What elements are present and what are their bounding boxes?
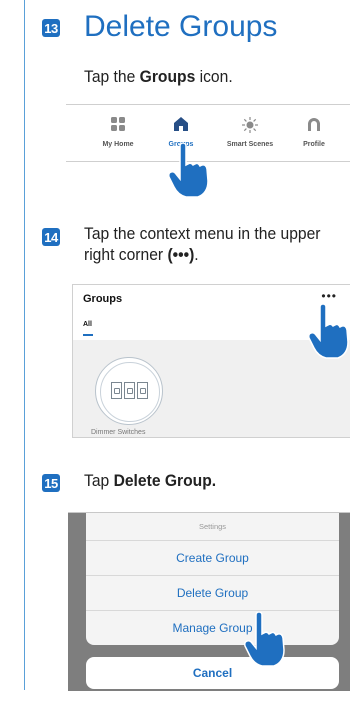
cancel-button[interactable]: Cancel [86, 657, 339, 689]
groups-title: Groups [83, 293, 123, 305]
step-13-instruction: Tap the Groups icon. [84, 67, 233, 86]
dimmer-switch-icon [124, 382, 135, 399]
action-sheet-screenshot: Settings Create Group Delete Group Manag… [68, 512, 350, 691]
sun-icon [242, 117, 258, 138]
step-15-instruction: Tap Delete Group. [84, 471, 217, 490]
group-card[interactable] [95, 357, 163, 425]
action-sheet: Settings Create Group Delete Group Manag… [86, 513, 339, 645]
create-group-option[interactable]: Create Group [86, 541, 339, 576]
nav-my-home[interactable]: My Home [88, 105, 148, 161]
tab-all[interactable]: All [83, 321, 92, 328]
delete-group-option[interactable]: Delete Group [86, 576, 339, 611]
page-title: Delete Groups [84, 10, 278, 43]
step-13-badge: 13 [42, 19, 60, 37]
nav-profile[interactable]: Profile [284, 105, 344, 161]
house-icon [174, 117, 188, 136]
tab-underline [83, 334, 93, 336]
group-card-label: Dimmer Switches [91, 429, 146, 436]
dimmer-switch-icon [137, 382, 148, 399]
step-14-badge: 14 [42, 228, 60, 246]
step-15-badge: 15 [42, 474, 60, 492]
pointing-hand-icon [308, 304, 349, 359]
grid-icon [111, 117, 125, 136]
pointing-hand-icon [168, 143, 209, 198]
nav-label: Profile [303, 141, 325, 148]
manage-group-option[interactable]: Manage Group [86, 611, 339, 645]
margin-rule [24, 0, 25, 690]
step-14-instruction: Tap the context menu in the upper right … [84, 224, 321, 264]
pointing-hand-icon [244, 612, 285, 667]
profile-icon [307, 117, 321, 136]
action-sheet-header: Settings [86, 513, 339, 541]
nav-label: My Home [102, 141, 134, 148]
dimmer-switch-icon [111, 382, 122, 399]
more-menu-button[interactable]: ••• [321, 289, 337, 303]
nav-smart-scenes[interactable]: Smart Scenes [220, 105, 280, 161]
nav-label: Smart Scenes [226, 141, 274, 148]
